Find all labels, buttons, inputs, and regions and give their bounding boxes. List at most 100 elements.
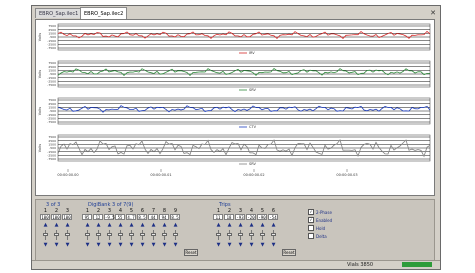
- channel-value-field[interactable]: 100: [51, 214, 61, 220]
- arrow-down-icon[interactable]: ▼: [104, 243, 115, 248]
- option-checkbox[interactable]: Delta: [308, 233, 327, 239]
- channel-value-field[interactable]: -20: [246, 214, 256, 220]
- option-checkbox[interactable]: Hold: [308, 225, 325, 231]
- level-slider[interactable]: [170, 230, 181, 240]
- arrow-up-icon[interactable]: ▲: [62, 223, 73, 228]
- channel-value-field[interactable]: 8.5: [170, 214, 180, 220]
- level-slider[interactable]: [257, 230, 268, 240]
- channel-value-field[interactable]: 100: [40, 214, 50, 220]
- slider-thumb[interactable]: [173, 233, 178, 236]
- arrow-up-icon[interactable]: ▲: [257, 223, 268, 228]
- channel-value-field[interactable]: 94: [159, 214, 169, 220]
- slider-thumb[interactable]: [129, 233, 134, 236]
- arrow-down-icon[interactable]: ▼: [224, 243, 235, 248]
- level-slider[interactable]: [224, 230, 235, 240]
- slider-thumb[interactable]: [260, 233, 265, 236]
- channel-value-field[interactable]: -54: [268, 214, 278, 220]
- arrow-up-icon[interactable]: ▲: [235, 223, 246, 228]
- level-slider[interactable]: [137, 230, 148, 240]
- level-slider[interactable]: [148, 230, 159, 240]
- level-slider[interactable]: [40, 230, 51, 240]
- arrow-up-icon[interactable]: ▲: [246, 223, 257, 228]
- arrow-down-icon[interactable]: ▼: [51, 243, 62, 248]
- reset-button[interactable]: Reset: [282, 249, 296, 256]
- arrow-up-icon[interactable]: ▲: [213, 223, 224, 228]
- arrow-up-icon[interactable]: ▲: [148, 223, 159, 228]
- slider-thumb[interactable]: [54, 233, 59, 236]
- channel-value-field[interactable]: 55: [115, 214, 125, 220]
- option-checkbox[interactable]: ✓ Enabled: [308, 217, 332, 223]
- arrow-down-icon[interactable]: ▼: [235, 243, 246, 248]
- channel-value-field[interactable]: 8.5: [137, 214, 147, 220]
- slider-thumb[interactable]: [151, 233, 156, 236]
- slider-thumb[interactable]: [85, 233, 90, 236]
- arrow-up-icon[interactable]: ▲: [159, 223, 170, 228]
- arrow-up-icon[interactable]: ▲: [170, 223, 181, 228]
- checkbox-box[interactable]: ✓: [308, 209, 314, 215]
- tab-file-2[interactable]: EBRO_Sap.ilec2: [80, 7, 128, 19]
- arrow-down-icon[interactable]: ▼: [115, 243, 126, 248]
- arrow-up-icon[interactable]: ▲: [268, 223, 279, 228]
- level-slider[interactable]: [82, 230, 93, 240]
- arrow-down-icon[interactable]: ▼: [40, 243, 51, 248]
- level-slider[interactable]: [246, 230, 257, 240]
- slider-thumb[interactable]: [271, 233, 276, 236]
- channel-value-field[interactable]: 100: [62, 214, 72, 220]
- arrow-up-icon[interactable]: ▲: [51, 223, 62, 228]
- arrow-up-icon[interactable]: ▲: [93, 223, 104, 228]
- channel-value-field[interactable]: 18: [224, 214, 234, 220]
- channel-value-field[interactable]: 95: [82, 214, 92, 220]
- arrow-down-icon[interactable]: ▼: [62, 243, 73, 248]
- channel-value-field[interactable]: -90: [257, 214, 267, 220]
- reset-button[interactable]: Reset: [184, 249, 198, 256]
- level-slider[interactable]: [62, 230, 73, 240]
- arrow-up-icon[interactable]: ▲: [137, 223, 148, 228]
- arrow-down-icon[interactable]: ▼: [93, 243, 104, 248]
- channel-value-field[interactable]: 4.7: [126, 214, 136, 220]
- arrow-down-icon[interactable]: ▼: [268, 243, 279, 248]
- slider-thumb[interactable]: [96, 233, 101, 236]
- slider-thumb[interactable]: [140, 233, 145, 236]
- slider-thumb[interactable]: [118, 233, 123, 236]
- level-slider[interactable]: [235, 230, 246, 240]
- channel-value-field[interactable]: 44: [148, 214, 158, 220]
- level-slider[interactable]: [51, 230, 62, 240]
- level-slider[interactable]: [213, 230, 224, 240]
- arrow-down-icon[interactable]: ▼: [246, 243, 257, 248]
- close-icon[interactable]: ✕: [429, 9, 437, 17]
- level-slider[interactable]: [93, 230, 104, 240]
- level-slider[interactable]: [104, 230, 115, 240]
- channel-value-field[interactable]: -9.5: [104, 214, 115, 220]
- slider-thumb[interactable]: [238, 233, 243, 236]
- level-slider[interactable]: [115, 230, 126, 240]
- slider-thumb[interactable]: [227, 233, 232, 236]
- channel-value-field[interactable]: 12: [93, 214, 103, 220]
- slider-thumb[interactable]: [162, 233, 167, 236]
- arrow-up-icon[interactable]: ▲: [40, 223, 51, 228]
- level-slider[interactable]: [159, 230, 170, 240]
- slider-thumb[interactable]: [216, 233, 221, 236]
- checkbox-box[interactable]: ✓: [308, 217, 314, 223]
- arrow-up-icon[interactable]: ▲: [224, 223, 235, 228]
- level-slider[interactable]: [126, 230, 137, 240]
- checkbox-box[interactable]: [308, 225, 314, 231]
- arrow-down-icon[interactable]: ▼: [137, 243, 148, 248]
- arrow-down-icon[interactable]: ▼: [170, 243, 181, 248]
- level-slider[interactable]: [268, 230, 279, 240]
- arrow-down-icon[interactable]: ▼: [148, 243, 159, 248]
- arrow-down-icon[interactable]: ▼: [257, 243, 268, 248]
- slider-thumb[interactable]: [43, 233, 48, 236]
- slider-thumb[interactable]: [249, 233, 254, 236]
- option-checkbox[interactable]: ✓ 2-Phase: [308, 209, 332, 215]
- checkbox-box[interactable]: [308, 233, 314, 239]
- slider-thumb[interactable]: [65, 233, 70, 236]
- tab-file-1[interactable]: EBRO_Sap.ilec1: [35, 8, 83, 18]
- channel-value-field[interactable]: 11: [213, 214, 223, 220]
- arrow-up-icon[interactable]: ▲: [115, 223, 126, 228]
- slider-thumb[interactable]: [107, 233, 112, 236]
- arrow-up-icon[interactable]: ▲: [104, 223, 115, 228]
- arrow-up-icon[interactable]: ▲: [126, 223, 137, 228]
- arrow-down-icon[interactable]: ▼: [126, 243, 137, 248]
- channel-value-field[interactable]: -93: [235, 214, 245, 220]
- arrow-up-icon[interactable]: ▲: [82, 223, 93, 228]
